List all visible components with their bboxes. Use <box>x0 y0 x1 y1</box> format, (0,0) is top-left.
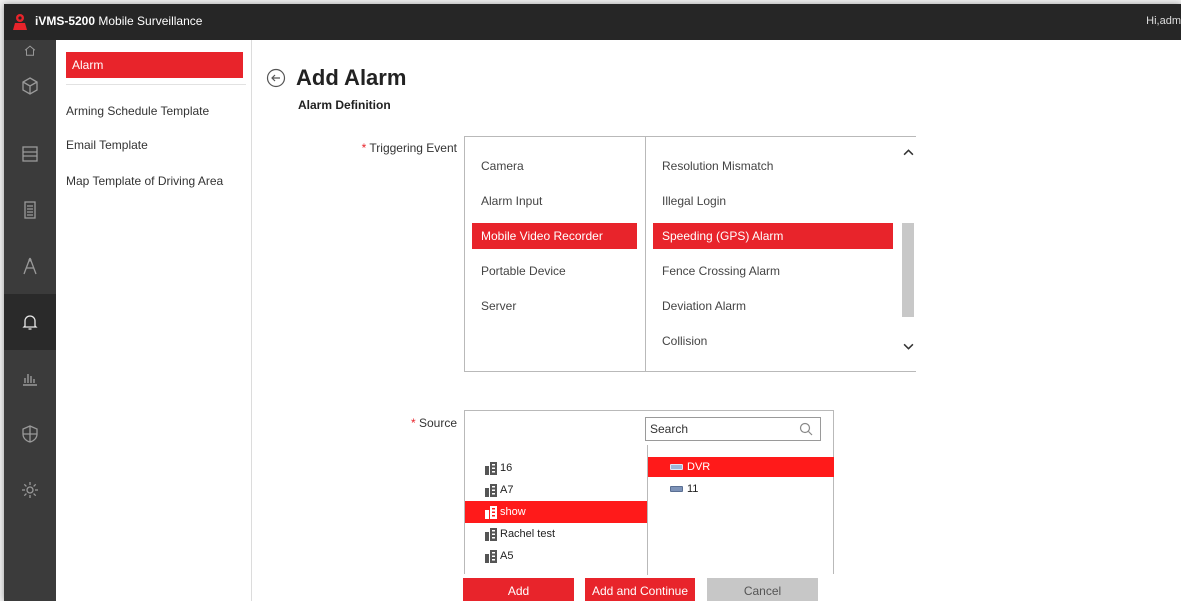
building-icon <box>485 483 497 497</box>
event-type-item[interactable]: Deviation Alarm <box>653 293 893 319</box>
hikvision-logo-icon <box>13 14 27 30</box>
event-category-item[interactable]: Mobile Video Recorder <box>472 223 637 249</box>
submenu-item-map-template[interactable]: Map Template of Driving Area <box>66 174 243 188</box>
page-title: Add Alarm <box>296 65 407 90</box>
triggering-event-label-text: Triggering Event <box>369 141 457 155</box>
compass-icon <box>23 257 37 275</box>
building-icon <box>485 461 497 475</box>
source-group-label: A5 <box>500 550 514 562</box>
app-window: iVMS-5200 Mobile Surveillance Hi,adm Ala… <box>4 4 1181 601</box>
search-placeholder: Search <box>650 422 689 436</box>
source-device-item[interactable]: 11 <box>648 479 834 499</box>
shield-icon <box>22 425 38 443</box>
submenu-divider <box>66 84 246 85</box>
event-category-item[interactable]: Alarm Input <box>472 188 637 214</box>
chart-icon <box>23 374 37 386</box>
main-content: Add Alarm Alarm Definition * Triggering … <box>252 40 1181 601</box>
building-icon <box>24 201 36 219</box>
user-greeting[interactable]: Hi,adm <box>1146 15 1181 27</box>
source-group-label: A7 <box>500 484 514 496</box>
nav-devices[interactable] <box>4 182 56 238</box>
source-group-item[interactable]: Rachel test <box>465 523 647 545</box>
submenu-item-arming-schedule-template[interactable]: Arming Schedule Template <box>66 104 243 118</box>
triggering-event-selector: Camera Alarm Input Mobile Video Recorder Po… <box>464 136 916 372</box>
source-label: * Source <box>307 416 457 430</box>
source-device-label: 11 <box>687 483 699 495</box>
main-nav <box>4 40 56 601</box>
add-button[interactable]: Add <box>463 578 574 601</box>
column-divider <box>645 137 646 371</box>
search-icon[interactable] <box>799 422 813 436</box>
source-group-label: Rachel test <box>500 528 556 540</box>
event-category-item[interactable]: Camera <box>472 153 637 179</box>
gear-icon <box>22 482 38 498</box>
event-type-item[interactable]: Collision <box>653 328 893 354</box>
event-type-item[interactable]: Fence Crossing Alarm <box>653 258 893 284</box>
source-device-label: DVR <box>687 461 711 473</box>
source-group-item[interactable]: A5 <box>465 545 647 567</box>
event-type-item[interactable]: Illegal Login <box>653 188 893 214</box>
dvr-device-icon <box>670 464 683 470</box>
source-group-label: 16 <box>500 462 513 474</box>
scroll-down-icon[interactable] <box>903 341 914 352</box>
source-group-label: show <box>500 506 526 518</box>
submenu-item-alarm[interactable]: Alarm <box>66 52 243 78</box>
building-icon <box>485 549 497 563</box>
app-title: iVMS-5200 Mobile Surveillance <box>35 14 202 28</box>
add-and-continue-button[interactable]: Add and Continue <box>585 578 695 601</box>
building-icon <box>485 505 497 519</box>
required-mark: * <box>361 141 367 155</box>
dvr-device-icon <box>670 486 683 492</box>
source-selector: Search 16 A7 show Rachel test A5 DVR 11 <box>464 410 834 575</box>
scroll-up-icon[interactable] <box>903 147 914 158</box>
event-list-scrollbar[interactable] <box>901 137 916 371</box>
nav-reports[interactable] <box>4 350 56 406</box>
scroll-thumb[interactable] <box>902 223 914 317</box>
required-mark: * <box>410 416 416 430</box>
source-group-item[interactable]: show <box>465 501 647 523</box>
source-group-item[interactable]: 16 <box>465 457 647 479</box>
nav-security[interactable] <box>4 406 56 462</box>
alarm-submenu: Alarm Arming Schedule Template Email Tem… <box>56 40 252 601</box>
cube-icon <box>22 77 38 95</box>
bell-icon <box>22 315 38 330</box>
home-icon <box>24 45 36 56</box>
source-device-item[interactable]: DVR <box>648 457 834 477</box>
nav-home[interactable] <box>4 40 56 62</box>
event-type-item[interactable]: Resolution Mismatch <box>653 153 893 179</box>
source-label-text: Source <box>418 416 457 430</box>
source-group-item[interactable]: A7 <box>465 479 647 501</box>
title-bar: iVMS-5200 Mobile Surveillance Hi,adm <box>4 4 1181 40</box>
storage-icon <box>22 146 38 162</box>
nav-alarm[interactable] <box>4 294 56 350</box>
nav-settings[interactable] <box>4 462 56 518</box>
nav-map[interactable] <box>4 238 56 294</box>
building-icon <box>485 527 497 541</box>
event-type-item[interactable]: Speeding (GPS) Alarm <box>653 223 893 249</box>
cancel-button[interactable]: Cancel <box>707 578 818 601</box>
event-category-item[interactable]: Portable Device <box>472 258 637 284</box>
submenu-item-email-template[interactable]: Email Template <box>66 138 243 152</box>
event-category-item[interactable]: Server <box>472 293 637 319</box>
nav-storage[interactable] <box>4 126 56 182</box>
triggering-event-label: * Triggering Event <box>307 141 457 155</box>
section-title: Alarm Definition <box>298 98 391 112</box>
app-title-rest: Mobile Surveillance <box>95 14 203 28</box>
back-arrow-icon[interactable] <box>266 68 286 88</box>
source-search-input[interactable]: Search <box>645 417 821 441</box>
nav-resources[interactable] <box>4 62 56 110</box>
app-title-bold: iVMS-5200 <box>35 14 96 28</box>
